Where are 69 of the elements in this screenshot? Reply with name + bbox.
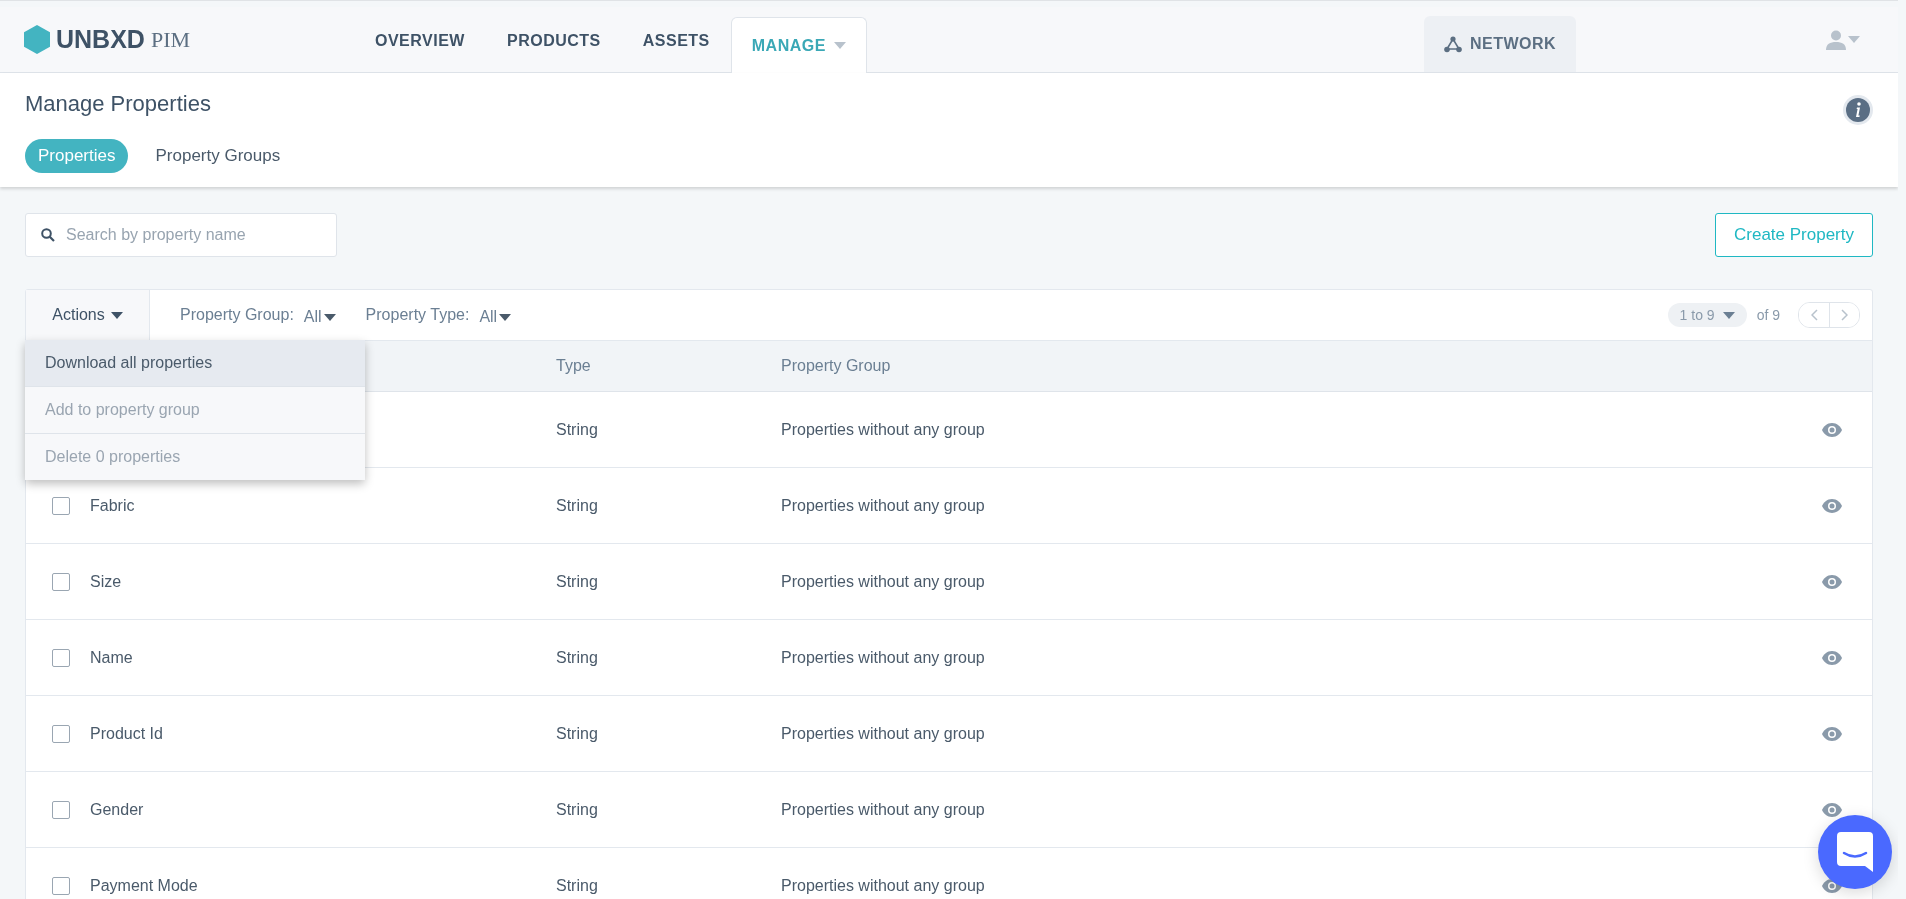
table-cell-text: Properties without any group bbox=[781, 876, 986, 895]
hexagon-logo-icon bbox=[24, 25, 50, 54]
user-icon bbox=[1826, 29, 1846, 50]
search-icon bbox=[41, 228, 55, 242]
caret-icon bbox=[110, 311, 123, 319]
create-property-button[interactable]: Create Property bbox=[1715, 213, 1873, 257]
actions-button[interactable]: Actions bbox=[26, 290, 150, 340]
table-cell: Name bbox=[90, 648, 133, 667]
table-cell-text: Properties without any group bbox=[781, 648, 986, 667]
filter-dropdown[interactable]: Property Type: All bbox=[365, 304, 512, 326]
table-cell-text: String bbox=[556, 876, 599, 895]
sub-tab[interactable]: Properties bbox=[25, 139, 129, 173]
table-cell-text: String bbox=[556, 420, 599, 439]
eye-icon[interactable] bbox=[1822, 726, 1842, 741]
table-cell-text: String bbox=[556, 724, 599, 743]
table-cell: Product Id bbox=[90, 724, 163, 743]
nav-tab[interactable]: ASSETS bbox=[621, 7, 731, 73]
row-checkbox[interactable] bbox=[52, 572, 70, 591]
table-cell: Payment Mode bbox=[90, 876, 198, 895]
nav-tab[interactable]: OVERVIEW bbox=[354, 7, 486, 73]
brand-product: PIM bbox=[150, 26, 191, 53]
table-cell-text: Properties without any group bbox=[781, 496, 986, 515]
chevron-right-icon bbox=[1841, 309, 1848, 321]
row-checkbox[interactable] bbox=[52, 724, 70, 743]
eye-icon[interactable] bbox=[1822, 422, 1842, 437]
caret-icon bbox=[1848, 36, 1860, 43]
table-cell: Size bbox=[90, 572, 122, 591]
table-cell: Fabric bbox=[90, 496, 135, 515]
network-tab[interactable]: NETWORK bbox=[1424, 16, 1576, 72]
caret-icon bbox=[499, 313, 512, 321]
eye-icon[interactable] bbox=[1822, 802, 1842, 817]
page-title: Manage Properties bbox=[25, 91, 211, 117]
chevron-left-icon bbox=[1810, 309, 1818, 321]
table-cell-text: String bbox=[556, 648, 599, 667]
filter-label: Property Type: bbox=[365, 306, 470, 324]
brand-name: UNBXD bbox=[56, 25, 145, 54]
network-icon bbox=[1443, 35, 1462, 53]
table-cell-text: String bbox=[556, 572, 599, 591]
range-dropdown[interactable]: 1 to 9 bbox=[1667, 303, 1747, 327]
nav-tab[interactable]: MANAGE bbox=[730, 17, 867, 73]
table-cell-text: String bbox=[556, 496, 599, 515]
caret-icon bbox=[1722, 311, 1735, 319]
eye-icon[interactable] bbox=[1822, 498, 1842, 513]
table-cell-text: Properties without any group bbox=[781, 724, 986, 743]
filter-value: All bbox=[303, 308, 336, 326]
eye-icon[interactable] bbox=[1822, 650, 1842, 665]
row-checkbox[interactable] bbox=[52, 648, 70, 667]
total-count: of 9 bbox=[1756, 307, 1780, 323]
chat-bubble-icon bbox=[1837, 832, 1873, 872]
info-icon[interactable] bbox=[1843, 95, 1873, 125]
eye-icon[interactable] bbox=[1822, 574, 1842, 589]
table-cell-text: Properties without any group bbox=[781, 572, 986, 591]
search-field[interactable]: Search by property name bbox=[25, 213, 337, 257]
sub-tab[interactable]: Property Groups bbox=[142, 139, 294, 173]
filter-dropdown[interactable]: Property Group: All bbox=[180, 304, 336, 326]
filter-value: All bbox=[479, 308, 512, 326]
row-checkbox[interactable] bbox=[52, 876, 70, 895]
nav-tab[interactable]: PRODUCTS bbox=[485, 7, 622, 73]
filter-label: Property Group: bbox=[180, 306, 294, 324]
table-cell-text: Properties without any group bbox=[781, 420, 986, 439]
caret-icon bbox=[323, 313, 336, 321]
table-cell: Gender bbox=[90, 800, 144, 819]
table-cell-text: String bbox=[556, 800, 599, 819]
row-checkbox[interactable] bbox=[52, 800, 70, 819]
row-checkbox[interactable] bbox=[52, 496, 70, 515]
column-header: Property Group bbox=[781, 357, 892, 375]
column-header: Type bbox=[556, 357, 592, 375]
menu-item[interactable]: Download all properties bbox=[25, 340, 365, 386]
table-cell-text: Properties without any group bbox=[781, 800, 986, 819]
